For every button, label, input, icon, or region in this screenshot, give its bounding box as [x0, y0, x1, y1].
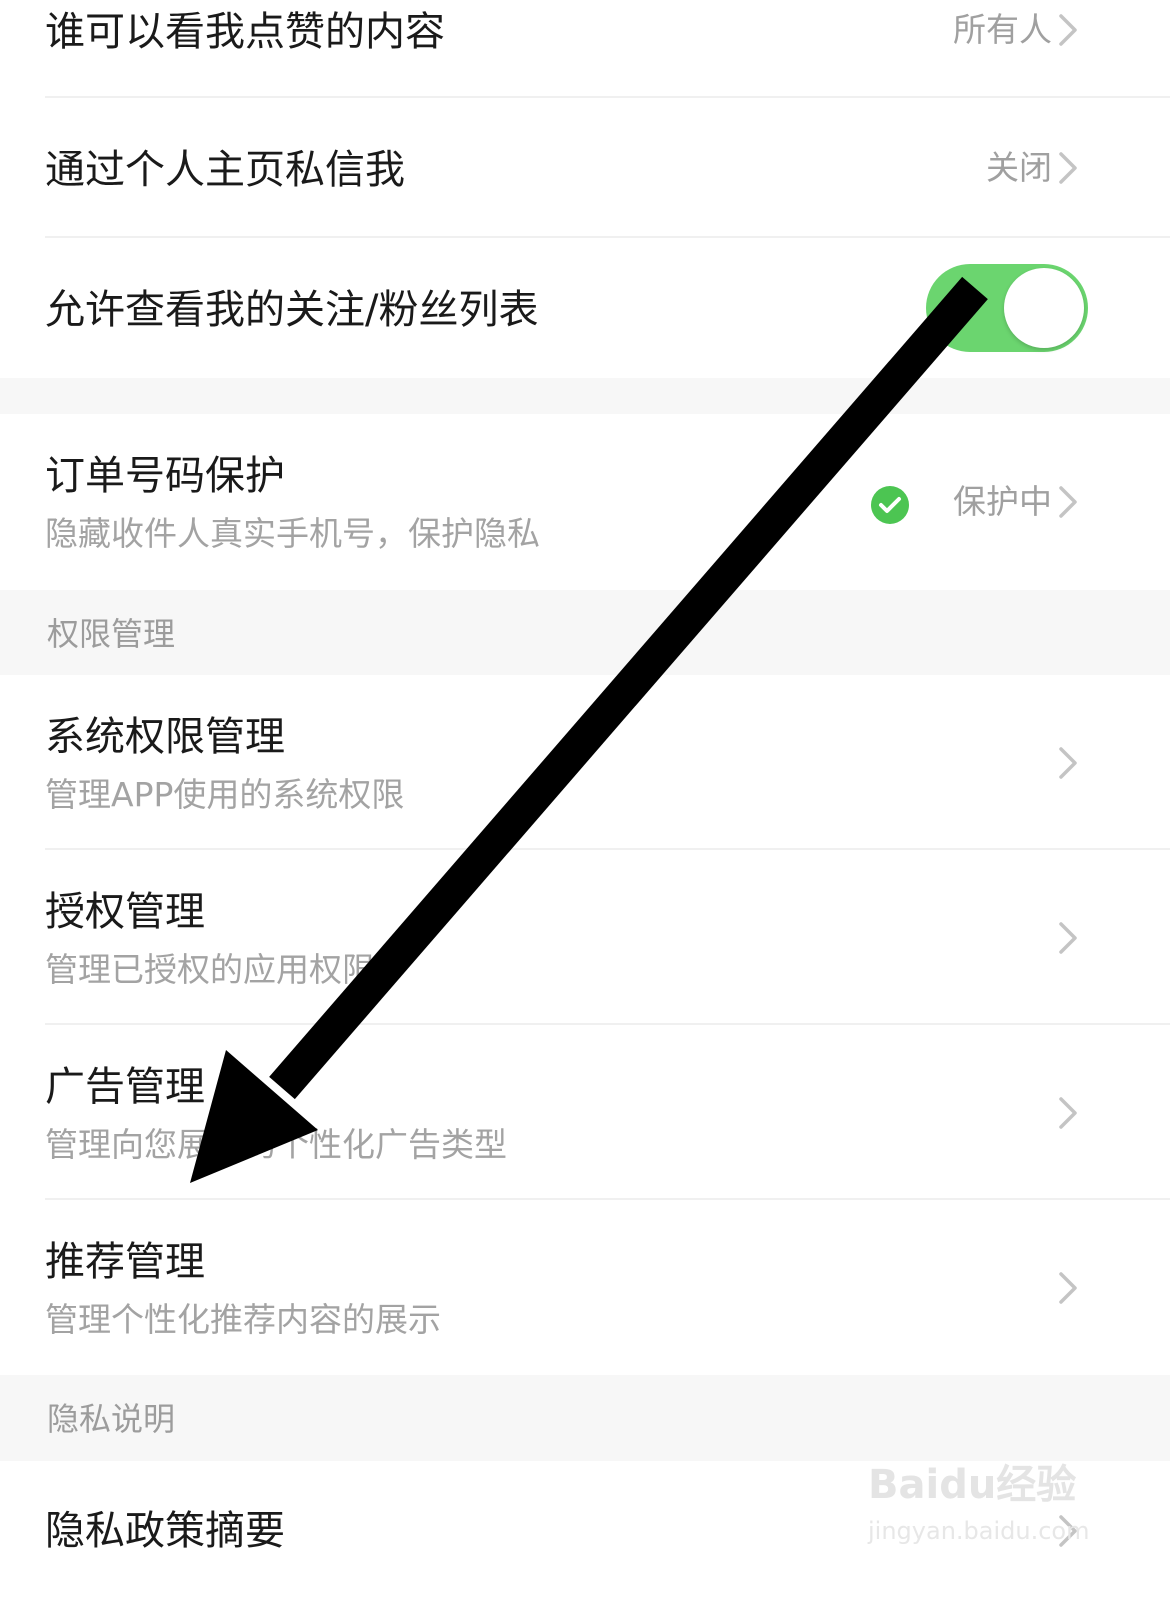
section-header-privacy: 隐私说明	[0, 1375, 1170, 1461]
setting-row-likes-visibility[interactable]: 谁可以看我点赞的内容 所有人	[0, 0, 1170, 98]
watermark-url: jingyan.baidu.com	[868, 1517, 1090, 1545]
permission-row-ads[interactable]: 广告管理 管理向您展示的个性化广告类型	[0, 1025, 1170, 1200]
order-protection-title: 订单号码保护	[45, 453, 285, 499]
privacy-settings-screen: 谁可以看我点赞的内容 所有人 通过个人主页私信我 关闭 允许查看我的关注/粉丝列…	[0, 0, 1170, 1619]
section-header-permissions: 权限管理	[0, 590, 1170, 675]
chevron-right-icon	[1059, 152, 1077, 184]
chevron-right-icon	[1059, 486, 1077, 518]
permission-subtitle: 管理向您展示的个性化广告类型	[45, 1125, 507, 1164]
follow-list-toggle[interactable]	[926, 264, 1088, 352]
permission-row-system[interactable]: 系统权限管理 管理APP使用的系统权限	[0, 675, 1170, 850]
permission-title: 授权管理	[45, 889, 205, 935]
setting-title: 谁可以看我点赞的内容	[45, 9, 445, 55]
chevron-right-icon	[1059, 1097, 1077, 1129]
permission-title: 广告管理	[45, 1064, 205, 1110]
privacy-title: 隐私政策摘要	[45, 1508, 285, 1554]
permission-title: 系统权限管理	[45, 714, 285, 760]
chevron-right-icon	[1059, 14, 1077, 46]
setting-title: 通过个人主页私信我	[45, 147, 405, 193]
watermark-logo: Baidu经验	[868, 1462, 1077, 1508]
order-protection-status: 保护中	[953, 482, 1052, 521]
setting-value: 关闭	[986, 148, 1052, 187]
setting-row-private-message[interactable]: 通过个人主页私信我 关闭	[0, 98, 1170, 238]
order-protection-row[interactable]: 订单号码保护 隐藏收件人真实手机号，保护隐私 保护中	[0, 414, 1170, 590]
order-protection-subtitle: 隐藏收件人真实手机号，保护隐私	[45, 514, 540, 553]
section-gap	[0, 378, 1170, 414]
chevron-right-icon	[1059, 922, 1077, 954]
permission-row-recommendation[interactable]: 推荐管理 管理个性化推荐内容的展示	[0, 1200, 1170, 1375]
section-label: 隐私说明	[47, 1400, 176, 1438]
permission-subtitle: 管理已授权的应用权限	[45, 950, 375, 989]
setting-value: 所有人	[953, 10, 1052, 49]
chevron-right-icon	[1059, 747, 1077, 779]
chevron-right-icon	[1059, 1272, 1077, 1304]
setting-title: 允许查看我的关注/粉丝列表	[45, 287, 539, 333]
permission-title: 推荐管理	[45, 1239, 205, 1285]
permission-subtitle: 管理APP使用的系统权限	[45, 775, 405, 814]
toggle-knob	[1004, 268, 1084, 348]
check-circle-icon	[871, 486, 909, 524]
permission-row-authorization[interactable]: 授权管理 管理已授权的应用权限	[0, 850, 1170, 1025]
permission-subtitle: 管理个性化推荐内容的展示	[45, 1300, 441, 1339]
section-label: 权限管理	[47, 615, 176, 653]
